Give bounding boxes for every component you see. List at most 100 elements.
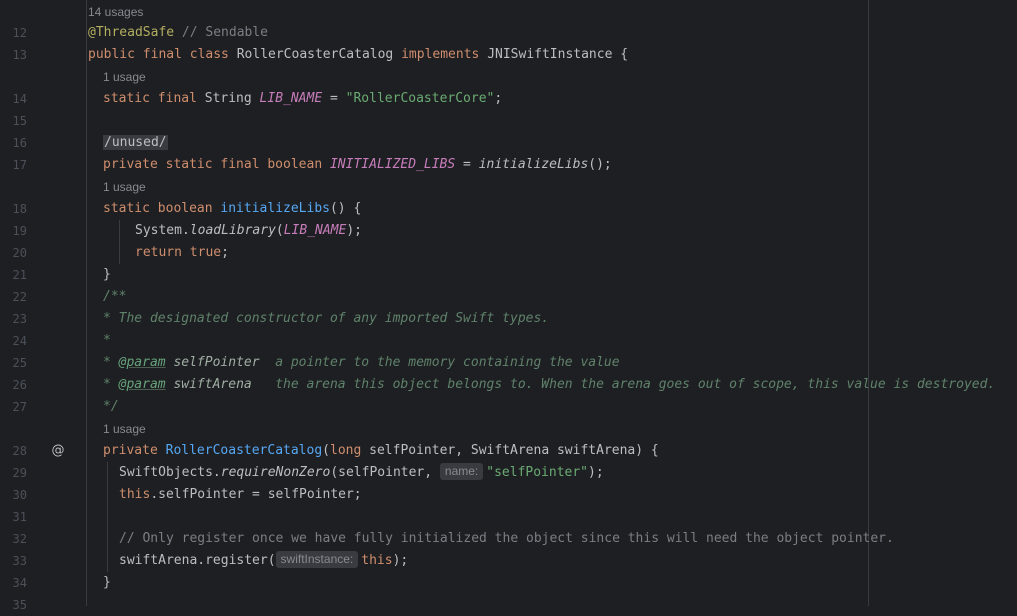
keyword: return true bbox=[135, 245, 222, 260]
line-content: public final class RollerCoasterCatalog … bbox=[88, 44, 628, 66]
constructor-declaration: RollerCoasterCatalog bbox=[165, 443, 323, 458]
line-content: /unused/ bbox=[103, 132, 168, 154]
doc-comment: * bbox=[103, 333, 111, 348]
code-line-23[interactable]: 23 * The designated constructor of any i… bbox=[0, 308, 1017, 330]
line-number: 28 bbox=[12, 444, 27, 458]
punctuation: () { bbox=[329, 201, 362, 216]
line-content: static final String LIB_NAME = "RollerCo… bbox=[103, 88, 502, 110]
code-line-26[interactable]: 26 * @param swiftArena the arena this ob… bbox=[0, 374, 1017, 396]
usage-hint-row: 1 usage bbox=[0, 176, 1017, 198]
string-literal: "selfPointer" bbox=[486, 465, 589, 480]
method-call: swiftArena.register( bbox=[119, 553, 276, 568]
line-number: 19 bbox=[12, 224, 27, 238]
line-content: static boolean initializeLibs() { bbox=[103, 198, 361, 220]
line-number: 30 bbox=[12, 488, 27, 502]
code-line-31[interactable]: 31 bbox=[0, 506, 1017, 528]
punctuation: ); bbox=[392, 553, 409, 568]
punctuation: ( bbox=[322, 443, 330, 458]
punctuation: ); bbox=[346, 223, 362, 238]
usages-link[interactable]: 14 usages bbox=[88, 1, 143, 23]
doc-text: the arena this object belongs to. When t… bbox=[251, 377, 996, 392]
at-sign-icon[interactable]: @ bbox=[50, 440, 66, 462]
line-number: 24 bbox=[12, 334, 27, 348]
code-line-30[interactable]: 30 this.selfPointer = selfPointer; bbox=[0, 484, 1017, 506]
code-line-19[interactable]: 19 System.loadLibrary(LIB_NAME); bbox=[0, 220, 1017, 242]
method-call: initializeLibs bbox=[478, 157, 589, 172]
line-number: 22 bbox=[12, 290, 27, 304]
code-line-34[interactable]: 34 } bbox=[0, 572, 1017, 594]
field-name: LIB_NAME bbox=[259, 91, 323, 106]
code-line-12[interactable]: 12 @ThreadSafe // Sendable bbox=[0, 22, 1017, 44]
punctuation: (); bbox=[588, 157, 612, 172]
punctuation: ; bbox=[494, 91, 503, 106]
keyword: this bbox=[119, 487, 151, 502]
type-name: String bbox=[204, 91, 260, 106]
line-number: 32 bbox=[12, 532, 27, 546]
usages-link[interactable]: 1 usage bbox=[103, 418, 146, 440]
line-number: 18 bbox=[12, 202, 27, 216]
line-number: 20 bbox=[12, 246, 27, 260]
code-line-16[interactable]: 16 /unused/ bbox=[0, 132, 1017, 154]
line-number: 12 bbox=[12, 26, 27, 40]
line-content: SwiftObjects.requireNonZero(selfPointer,… bbox=[119, 462, 604, 484]
code-line-24[interactable]: 24 * bbox=[0, 330, 1017, 352]
keyword: private static final boolean bbox=[103, 157, 330, 172]
code-line-13[interactable]: 13 public final class RollerCoasterCatal… bbox=[0, 44, 1017, 66]
doc-text: a pointer to the memory containing the v… bbox=[259, 355, 620, 370]
keyword: static boolean bbox=[103, 201, 221, 216]
line-content: } bbox=[103, 575, 111, 590]
keyword: public final class bbox=[88, 47, 237, 62]
usage-hint-row: 1 usage bbox=[0, 66, 1017, 88]
arguments: (selfPointer, bbox=[330, 465, 440, 480]
usages-link[interactable]: 1 usage bbox=[103, 66, 146, 88]
parameters: selfPointer, SwiftArena swiftArena) { bbox=[369, 443, 659, 458]
code-line-15[interactable]: 15 bbox=[0, 110, 1017, 132]
line-number: 29 bbox=[12, 466, 27, 480]
operator: = bbox=[322, 91, 346, 106]
code-line-17[interactable]: 17 private static final boolean INITIALI… bbox=[0, 154, 1017, 176]
line-number: 14 bbox=[12, 92, 27, 106]
code-line-18[interactable]: 18 static boolean initializeLibs() { bbox=[0, 198, 1017, 220]
code-line-28[interactable]: 28 @ private RollerCoasterCatalog(long s… bbox=[0, 440, 1017, 462]
doc-tag: @param bbox=[118, 355, 166, 370]
method-call: loadLibrary bbox=[189, 223, 276, 238]
doc-text: * bbox=[103, 355, 119, 370]
doc-param-name: swiftArena bbox=[165, 377, 252, 392]
doc-comment: /** bbox=[103, 289, 127, 304]
code-line-35[interactable]: 35 bbox=[0, 594, 1017, 616]
doc-text: * bbox=[103, 377, 119, 392]
code-line-22[interactable]: 22 /** bbox=[0, 286, 1017, 308]
line-content: this.selfPointer = selfPointer; bbox=[119, 484, 362, 506]
punctuation: ( bbox=[275, 223, 284, 238]
code-line-27[interactable]: 27 */ bbox=[0, 396, 1017, 418]
line-number: 33 bbox=[12, 554, 27, 568]
usage-hint-row: 1 usage bbox=[0, 418, 1017, 440]
doc-comment: * The designated constructor of any impo… bbox=[103, 311, 550, 326]
code-line-21[interactable]: 21 } bbox=[0, 264, 1017, 286]
code-line-33[interactable]: 33 swiftArena.register(swiftInstance: thi… bbox=[0, 550, 1017, 572]
line-content: @ThreadSafe // Sendable bbox=[88, 22, 268, 44]
line-number: 16 bbox=[12, 136, 27, 150]
doc-comment: * @param selfPointer a pointer to the me… bbox=[103, 352, 620, 374]
line-content: swiftArena.register(swiftInstance: this); bbox=[119, 550, 408, 572]
line-number: 23 bbox=[12, 312, 27, 326]
line-content: System.loadLibrary(LIB_NAME); bbox=[135, 220, 362, 242]
code-line-14[interactable]: 14 static final String LIB_NAME = "Rolle… bbox=[0, 88, 1017, 110]
punctuation: ; bbox=[221, 245, 229, 260]
line-number: 35 bbox=[12, 598, 27, 612]
code-line-32[interactable]: 32 // Only register once we have fully i… bbox=[0, 528, 1017, 550]
line-number: 27 bbox=[12, 400, 27, 414]
keyword: long bbox=[330, 443, 370, 458]
keyword: static final bbox=[103, 91, 205, 106]
code-line-20[interactable]: 20 return true; bbox=[0, 242, 1017, 264]
line-content: } bbox=[103, 267, 111, 282]
code-line-25[interactable]: 25 * @param selfPointer a pointer to the… bbox=[0, 352, 1017, 374]
punctuation: ); bbox=[588, 465, 604, 480]
doc-comment: */ bbox=[103, 399, 119, 414]
code-line-29[interactable]: 29 SwiftObjects.requireNonZero(selfPoint… bbox=[0, 462, 1017, 484]
unused-marker: /unused/ bbox=[103, 135, 168, 150]
line-number: 17 bbox=[12, 158, 27, 172]
field-ref: LIB_NAME bbox=[283, 223, 347, 238]
class-name: RollerCoasterCatalog bbox=[236, 47, 402, 62]
usages-link[interactable]: 1 usage bbox=[103, 176, 146, 198]
